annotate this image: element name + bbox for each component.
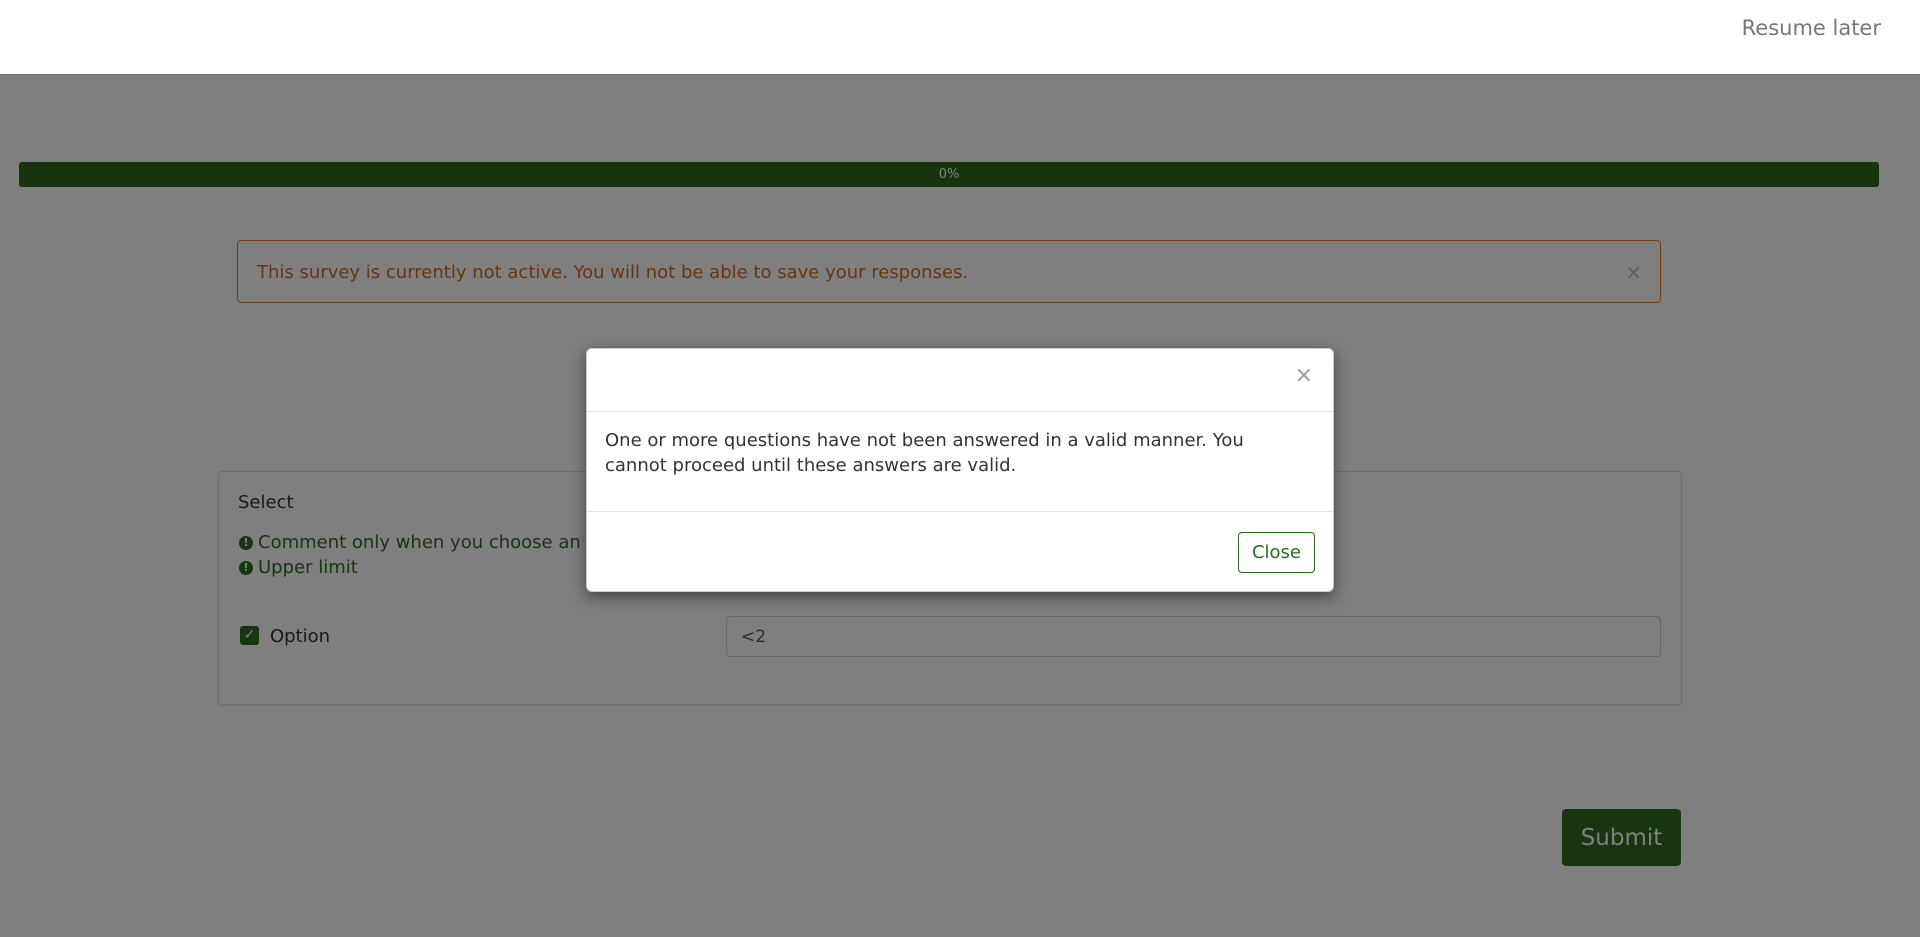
modal-close-button[interactable]: Close [1238,532,1315,573]
modal-message: One or more questions have not been answ… [605,430,1244,476]
top-navbar: Resume later [0,0,1920,75]
modal-header: × [587,349,1333,412]
modal-footer: Close [587,511,1333,593]
close-icon[interactable]: × [1295,363,1313,388]
validation-modal: × One or more questions have not been an… [586,348,1334,592]
resume-later-link[interactable]: Resume later [1742,16,1881,40]
survey-page: Resume later 0% This survey is currently… [0,0,1920,937]
